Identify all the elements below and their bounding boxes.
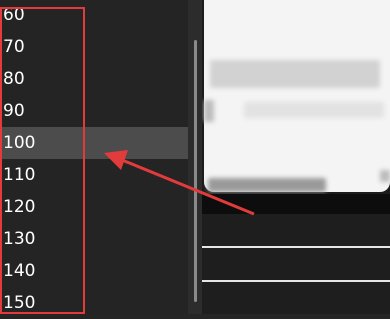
list-item-120[interactable]: 120 (0, 191, 188, 223)
list-item-60[interactable]: 60 (0, 0, 188, 31)
list-item-150[interactable]: 150 (0, 287, 188, 319)
blurred-content (244, 102, 384, 118)
font-size-dropdown-list: 60 70 80 90 100 110 120 130 140 150 (0, 0, 188, 314)
list-item-100-selected[interactable]: 100 (0, 127, 188, 159)
preview-dark-bar (202, 194, 390, 214)
list-item-70[interactable]: 70 (0, 31, 188, 63)
blurred-preview-panel (202, 0, 390, 314)
preview-divider (202, 280, 390, 282)
blurred-content (210, 60, 380, 88)
list-item-80[interactable]: 80 (0, 63, 188, 95)
blurred-content (380, 170, 390, 182)
preview-divider (202, 246, 390, 248)
blurred-content (204, 100, 214, 122)
blurred-content (208, 178, 326, 192)
list-item-90[interactable]: 90 (0, 95, 188, 127)
list-item-140[interactable]: 140 (0, 255, 188, 287)
preview-lower-area (202, 214, 390, 314)
list-item-130[interactable]: 130 (0, 223, 188, 255)
preview-card (204, 0, 390, 192)
list-item-110[interactable]: 110 (0, 159, 188, 191)
scrollbar-thumb[interactable] (194, 40, 197, 302)
